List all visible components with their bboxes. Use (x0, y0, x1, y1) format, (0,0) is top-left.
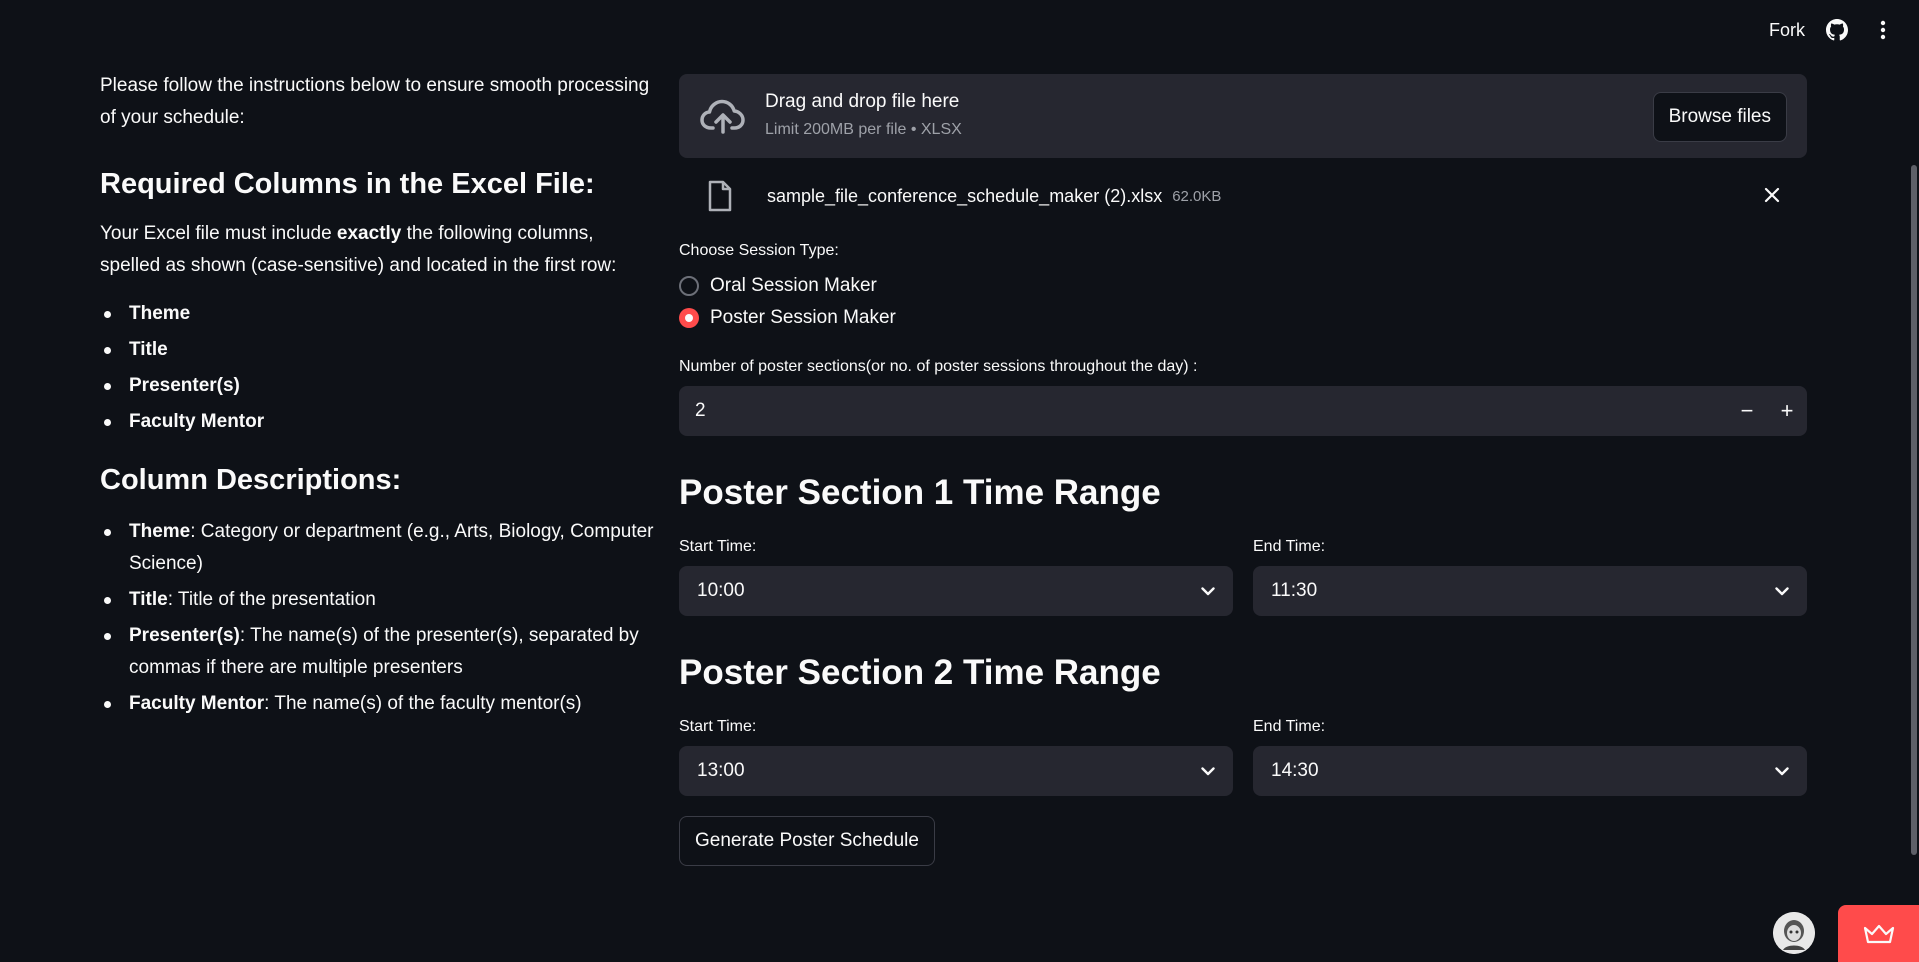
file-dropzone[interactable]: Drag and drop file here Limit 200MB per … (679, 74, 1807, 158)
cloud-upload-icon (699, 96, 747, 136)
fork-link[interactable]: Fork (1769, 20, 1805, 41)
column-descriptions-list: Theme: Category or department (e.g., Art… (100, 516, 655, 720)
list-item: Title (100, 334, 655, 366)
chevron-down-icon (1201, 766, 1215, 775)
section-1-times: Start Time: 10:00 End Time: 11:30 (679, 538, 1807, 616)
radio-poster-session[interactable]: Poster Session Maker (679, 302, 1807, 334)
section-1-end-select[interactable]: 11:30 (1253, 566, 1807, 616)
chevron-down-icon (1201, 586, 1215, 595)
top-toolbar: Fork (1769, 0, 1919, 60)
browse-files-button[interactable]: Browse files (1652, 92, 1787, 142)
chevron-down-icon (1775, 586, 1789, 595)
end-time-label: End Time: (1253, 538, 1326, 555)
section-2-heading: Poster Section 2 Time Range (679, 653, 1161, 692)
file-size: 62.0KB (1172, 187, 1222, 205)
radio-checked-icon (679, 308, 699, 328)
required-columns-heading: Required Columns in the Excel File: (100, 168, 595, 200)
end-time-label: End Time: (1253, 718, 1326, 735)
section-2-end-select[interactable]: 14:30 (1253, 746, 1807, 796)
streamlit-crown-icon[interactable] (1838, 905, 1919, 962)
scrollbar[interactable] (1911, 165, 1917, 855)
avatar[interactable] (1773, 912, 1815, 954)
start-time-label: Start Time: (679, 538, 757, 555)
more-vertical-icon[interactable] (1869, 16, 1897, 44)
chevron-down-icon (1775, 766, 1789, 775)
required-columns-list: Theme Title Presenter(s) Faculty Mentor (100, 298, 655, 438)
poster-sections-field: Number of poster sections(or no. of post… (679, 358, 1807, 436)
dropzone-text: Drag and drop file here Limit 200MB per … (765, 89, 962, 143)
poster-sections-input[interactable]: 2 − + (679, 386, 1807, 436)
list-item: Presenter(s): The name(s) of the present… (100, 620, 655, 684)
github-icon[interactable] (1823, 16, 1851, 44)
session-type-group: Choose Session Type: Oral Session Maker … (679, 242, 1807, 334)
file-icon (707, 180, 737, 212)
list-item: Theme: Category or department (e.g., Art… (100, 516, 655, 580)
file-name: sample_file_conference_schedule_maker (2… (767, 185, 1163, 206)
section-2-start-select[interactable]: 13:00 (679, 746, 1233, 796)
uploaded-file-row: sample_file_conference_schedule_maker (2… (679, 158, 1807, 234)
session-type-label: Choose Session Type: (679, 242, 839, 259)
generate-poster-schedule-button[interactable]: Generate Poster Schedule (679, 816, 935, 866)
section-1-heading: Poster Section 1 Time Range (679, 473, 1161, 512)
radio-unchecked-icon (679, 276, 699, 296)
dropzone-title: Drag and drop file here (765, 91, 960, 112)
list-item: Faculty Mentor (100, 406, 655, 438)
app-page: Fork Please follow the instructions belo… (0, 0, 1919, 962)
form-panel: Drag and drop file here Limit 200MB per … (679, 74, 1807, 866)
start-time-label: Start Time: (679, 718, 757, 735)
instructions-panel: Please follow the instructions below to … (100, 70, 655, 724)
list-item: Faculty Mentor: The name(s) of the facul… (100, 688, 655, 720)
poster-sections-value[interactable]: 2 (679, 400, 1727, 422)
radio-oral-session[interactable]: Oral Session Maker (679, 270, 1807, 302)
close-icon[interactable] (1759, 182, 1785, 208)
list-item: Presenter(s) (100, 370, 655, 402)
section-1-start-select[interactable]: 10:00 (679, 566, 1233, 616)
section-2-times: Start Time: 13:00 End Time: 14:30 (679, 718, 1807, 796)
intro-text: Please follow the instructions below to … (100, 75, 650, 128)
decrement-button[interactable]: − (1727, 386, 1767, 436)
dropzone-limit: Limit 200MB per file • XLSX (765, 121, 962, 138)
list-item: Theme (100, 298, 655, 330)
list-item: Title: Title of the presentation (100, 584, 655, 616)
column-descriptions-heading: Column Descriptions: (100, 464, 402, 496)
increment-button[interactable]: + (1767, 386, 1807, 436)
poster-sections-label: Number of poster sections(or no. of post… (679, 358, 1198, 375)
required-columns-text: Your Excel file must include exactly the… (100, 223, 617, 276)
